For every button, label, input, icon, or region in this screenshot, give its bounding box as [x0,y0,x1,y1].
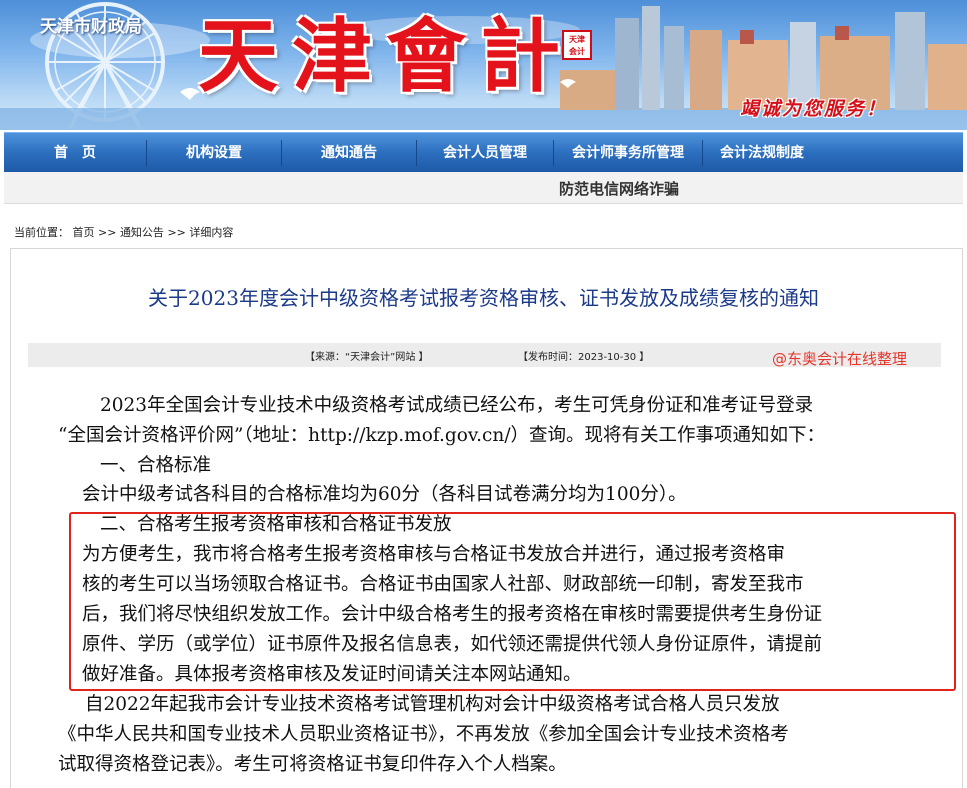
breadcrumb: 当前位置： 首页 >> 通知公告 >> 详细内容 [14,224,233,240]
section-heading: 一、合格标准 [100,455,212,476]
sub-nav-bar: 防范电信网络诈骗 [4,172,963,204]
body-line: 做好准备。具体报考资格审核及发证时间请关注本网站通知。 [82,664,582,685]
body-line: 自2022年起我市会计专业技术资格考试管理机构对会计中级资格考试合格人员只发放 [85,694,780,715]
body-line: 原件、学历（或学位）证书原件及报名信息表，如代领还需提供代领人身份证原件，请提前 [82,634,823,655]
body-line: 后，我们将尽快组织发放工作。会计中级合格考生的报考资格在审核时需要提供考生身份证 [82,604,823,625]
article-date: 【发布时间：2023-10-30 】 [518,352,650,363]
site-logo-title: 天津會計 [198,9,574,103]
fraud-prevention-link[interactable]: 防范电信网络诈骗 [559,178,679,199]
body-line: 会计中级考试各科目的合格标准均为60分（各科目试卷满分均为100分）。 [82,484,687,505]
body-line: 为方便考生，我市将合格考生报考资格审核与合格证书发放合并进行，通过报考资格审 [82,544,786,565]
nav-notices[interactable]: 通知通告 [282,133,416,173]
breadcrumb-home[interactable]: 首页 [73,226,95,239]
nav-regulations[interactable]: 会计法规制度 [703,133,821,173]
watermark-text: @东奥会计在线整理 [772,350,908,368]
breadcrumb-notices[interactable]: 通知公告 [120,226,164,239]
body-line: 2023年全国会计专业技术中级资格考试成绩已经公布，考生可凭身份证和准考证号登录 [100,395,814,416]
main-nav: 首 页 机构设置 通知通告 会计人员管理 会计师事务所管理 会计法规制度 [4,132,963,172]
breadcrumb-separator: >> [167,226,186,239]
nav-organization[interactable]: 机构设置 [147,133,281,173]
seal-stamp: 天津 会计 [562,30,592,60]
header-banner: 天津市财政局 天津會計 天津 会计 竭诚为您服务！ [0,0,967,130]
article-title: 关于2023年度会计中级资格考试报考资格审核、证书发放及成绩复核的通知 [148,286,819,310]
nav-firm-management[interactable]: 会计师事务所管理 [554,133,702,173]
body-line: “全国会计资格评价网”（地址：http://kzp.mof.gov.cn/）查询… [58,425,826,446]
bureau-name: 天津市财政局 [40,17,142,37]
slogan: 竭诚为您服务！ [740,98,888,120]
nav-home[interactable]: 首 页 [4,133,146,173]
nav-accountant-management[interactable]: 会计人员管理 [417,133,553,173]
breadcrumb-label: 当前位置： [14,226,69,239]
breadcrumb-separator: >> [98,226,117,239]
body-line: 试取得资格登记表》。考生可将资格证书复印件存入个人档案。 [58,754,567,775]
breadcrumb-current: 详细内容 [189,226,234,239]
body-line: 核的考生可以当场领取合格证书。合格证书由国家人社部、财政部统一印制，寄发至我市 [82,574,804,595]
body-line: 《中华人民共和国专业技术人员职业资格证书》，不再发放《参加全国会计专业技术资格考 [58,724,789,745]
section-heading: 二、合格考生报考资格审核和合格证书发放 [100,514,452,535]
article-source: 【来源：“天津会计”网站 】 [305,352,429,363]
